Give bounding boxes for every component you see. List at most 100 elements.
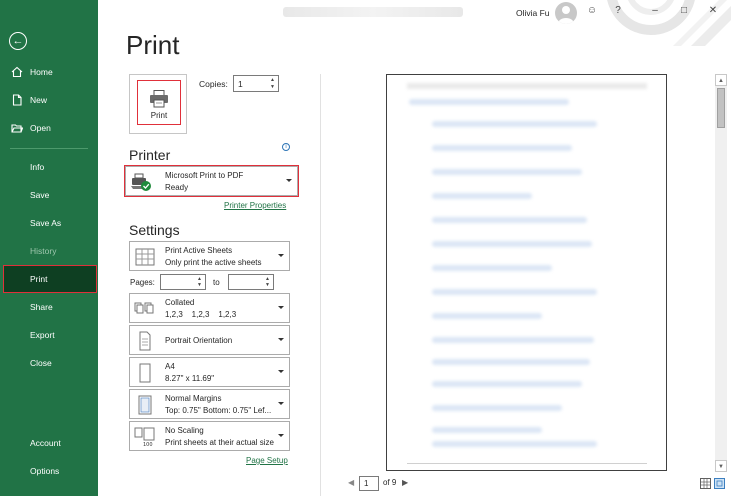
minimize-icon[interactable]: –	[648, 5, 662, 16]
sidebar-item-label: Save As	[30, 218, 62, 228]
scaling-dropdown[interactable]: 100 No Scaling Print sheets at their act…	[129, 421, 290, 451]
sidebar-item-label: Export	[30, 330, 55, 340]
sheets-icon	[135, 248, 155, 266]
collation-dropdown[interactable]: Collated 1,2,3 1,2,3 1,2,3	[129, 293, 290, 323]
decrement-icon[interactable]: ▼	[264, 282, 271, 288]
maximize-icon[interactable]: □	[677, 5, 691, 16]
sidebar-item-label: New	[30, 95, 48, 105]
setting-line2: 1,2,3 1,2,3 1,2,3	[165, 310, 237, 319]
user-name: Olivia Fu	[516, 8, 550, 18]
print-button-label: Print	[150, 111, 168, 120]
sidebar-item-label: Info	[30, 162, 45, 172]
sidebar-item-save[interactable]: Save	[0, 182, 98, 208]
sidebar-item-new[interactable]: New	[0, 87, 98, 113]
to-label: to	[213, 278, 220, 287]
sidebar-divider	[10, 148, 88, 149]
preview-scrollbar[interactable]: ▲ ▼	[715, 74, 727, 472]
preview-content-line	[432, 169, 582, 175]
sidebar-item-close[interactable]: Close	[0, 350, 98, 376]
preview-header-content	[407, 83, 647, 89]
sidebar-item-label: Account	[30, 438, 61, 448]
printer-dropdown[interactable]: Microsoft Print to PDF Ready	[124, 165, 299, 197]
preview-content-line	[432, 265, 552, 271]
printer-icon	[150, 90, 168, 108]
print-button-highlight: Print	[137, 80, 181, 125]
printer-ready-icon	[131, 173, 151, 191]
preview-content-line	[432, 145, 572, 151]
sidebar-item-account[interactable]: Account	[0, 430, 98, 456]
margins-dropdown[interactable]: Normal Margins Top: 0.75" Bottom: 0.75" …	[129, 389, 290, 419]
paper-size-dropdown[interactable]: A4 8.27" x 11.69"	[129, 357, 290, 387]
preview-divider	[320, 74, 321, 496]
increment-icon[interactable]: ▲	[269, 77, 276, 83]
preview-content-line	[432, 405, 562, 411]
coauthor-icon[interactable]: ☺	[585, 5, 599, 16]
info-icon[interactable]: i	[282, 143, 290, 151]
zoom-to-page-icon[interactable]	[714, 478, 725, 489]
avatar[interactable]	[555, 2, 577, 24]
pages-from-input[interactable]: ▲ ▼	[160, 274, 206, 290]
decrement-icon[interactable]: ▼	[269, 84, 276, 90]
sidebar-item-options[interactable]: Options	[0, 458, 98, 484]
chevron-down-icon	[278, 306, 284, 309]
decrement-icon[interactable]: ▼	[196, 282, 203, 288]
paper-size-icon	[139, 363, 151, 383]
preview-content-line	[432, 359, 590, 365]
preview-content-line	[409, 99, 569, 105]
pages-to-input[interactable]: ▲ ▼	[228, 274, 274, 290]
portrait-page-icon	[139, 331, 151, 351]
help-icon[interactable]: ?	[611, 5, 625, 16]
orientation-dropdown[interactable]: Portrait Orientation	[129, 325, 290, 355]
sidebar-item-save-as[interactable]: Save As	[0, 210, 98, 236]
preview-content-line	[432, 381, 582, 387]
printer-name: Microsoft Print to PDF	[165, 171, 244, 180]
print-preview-page	[386, 74, 667, 471]
home-icon	[11, 66, 23, 78]
print-what-dropdown[interactable]: Print Active Sheets Only print the activ…	[129, 241, 290, 271]
setting-line1: Print Active Sheets	[165, 246, 233, 255]
close-window-icon[interactable]: ✕	[706, 5, 720, 16]
setting-line2: 8.27" x 11.69"	[165, 374, 215, 383]
printer-section-title: Printer	[129, 147, 171, 163]
scroll-down-icon[interactable]: ▼	[715, 460, 727, 472]
next-page-icon[interactable]: ▶	[402, 478, 408, 487]
current-page-value: 1	[364, 479, 369, 488]
title-bar-decoration	[607, 0, 731, 46]
current-page-input[interactable]: 1	[359, 476, 379, 491]
sidebar-item-print[interactable]: Print	[3, 265, 97, 293]
copies-stepper[interactable]: 1 ▲ ▼	[233, 75, 279, 92]
sidebar-item-open[interactable]: Open	[0, 115, 98, 141]
setting-line1: Normal Margins	[165, 394, 222, 403]
print-button[interactable]: Print	[129, 74, 187, 134]
printer-properties-link[interactable]: Printer Properties	[224, 201, 286, 210]
collated-icon	[134, 302, 154, 314]
preview-content-line	[432, 193, 532, 199]
setting-line2: Print sheets at their actual size	[165, 438, 274, 447]
sidebar-item-label: Share	[30, 302, 53, 312]
sidebar-item-share[interactable]: Share	[0, 294, 98, 320]
sidebar-item-label: Print	[30, 274, 48, 284]
setting-line2: Top: 0.75" Bottom: 0.75" Lef...	[165, 406, 272, 415]
show-margins-icon[interactable]	[700, 478, 711, 489]
preview-content-line	[432, 427, 542, 433]
sidebar-item-home[interactable]: Home	[0, 59, 98, 85]
chevron-down-icon	[278, 254, 284, 257]
sidebar-item-label: History	[30, 246, 57, 256]
preview-content-line	[432, 337, 594, 343]
sidebar-item-label: Save	[30, 190, 50, 200]
previous-page-icon[interactable]: ◀	[348, 478, 354, 487]
sidebar-item-export[interactable]: Export	[0, 322, 98, 348]
preview-content-line	[432, 289, 597, 295]
settings-section-title: Settings	[129, 222, 180, 238]
sidebar-item-label: Options	[30, 466, 60, 476]
back-arrow-icon[interactable]: ←	[9, 32, 27, 50]
setting-line1: Portrait Orientation	[165, 336, 233, 345]
preview-content-line	[432, 313, 542, 319]
sidebar-item-info[interactable]: Info	[0, 154, 98, 180]
preview-content-line	[432, 217, 587, 223]
backstage-sidebar: ← Home New Open Info Save Save As Histor…	[0, 0, 98, 496]
chevron-down-icon	[286, 179, 292, 182]
scrollbar-thumb[interactable]	[717, 88, 725, 128]
scroll-up-icon[interactable]: ▲	[715, 74, 727, 86]
page-setup-link[interactable]: Page Setup	[246, 456, 288, 465]
